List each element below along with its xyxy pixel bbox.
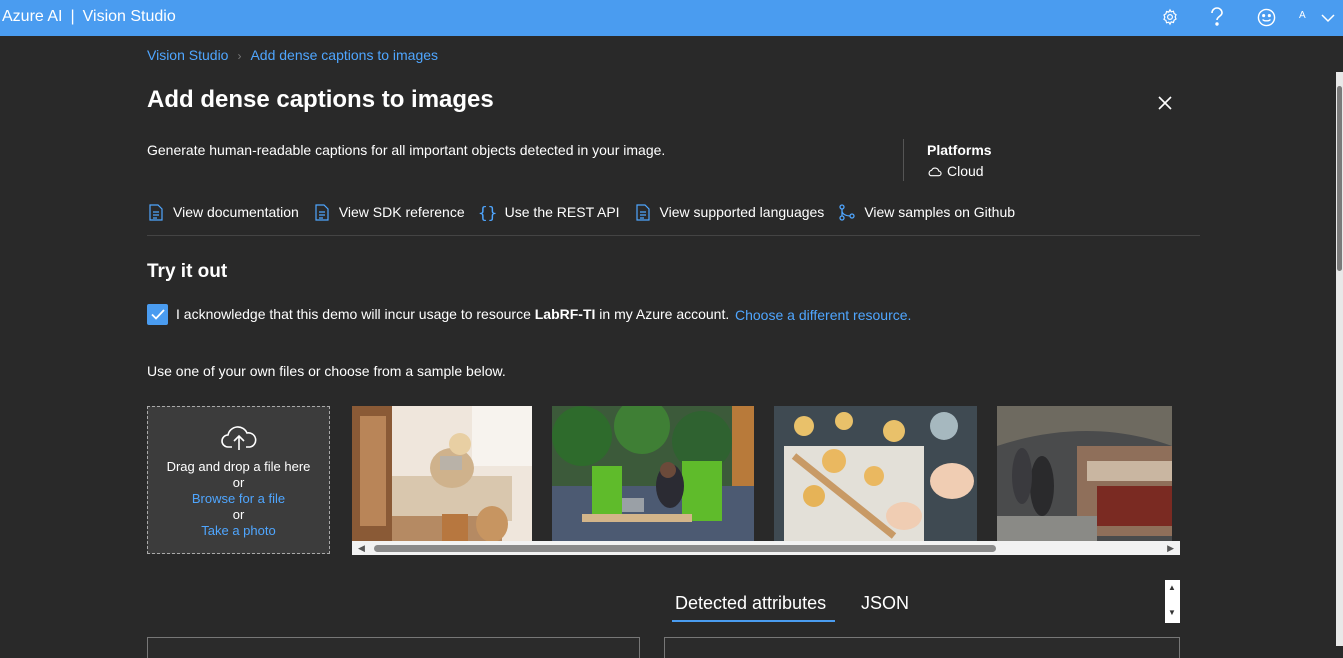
- scroll-left-icon[interactable]: ◀: [358, 543, 365, 554]
- breadcrumb-current[interactable]: Add dense captions to images: [250, 47, 438, 63]
- try-it-out-heading: Try it out: [147, 261, 228, 282]
- page-scrollbar[interactable]: [1336, 72, 1343, 646]
- view-samples-github-link[interactable]: View samples on Github: [838, 203, 1015, 221]
- section-divider: [147, 235, 1200, 236]
- samples-scrollbar-thumb[interactable]: [374, 545, 996, 552]
- brand-separator: |: [70, 8, 75, 25]
- avatar[interactable]: A: [1299, 10, 1306, 21]
- resource-links: View documentation View SDK reference {}…: [147, 202, 1015, 222]
- brand[interactable]: Azure AI | Vision Studio: [2, 8, 176, 26]
- or-text: or: [232, 507, 245, 522]
- breadcrumb-chevron-icon: ›: [237, 49, 242, 63]
- ack-after: in my Azure account.: [595, 306, 730, 322]
- results-panel: [664, 637, 1180, 658]
- scroll-up-icon[interactable]: ▲: [1168, 583, 1176, 592]
- breadcrumb-vision-studio[interactable]: Vision Studio: [147, 47, 228, 63]
- resource-name: LabRF-TI: [534, 306, 596, 322]
- top-bar: Azure AI | Vision Studio A: [0, 0, 1343, 36]
- cloud-icon: [928, 167, 942, 176]
- view-supported-languages-label: View supported languages: [659, 204, 825, 220]
- image-preview-panel: [147, 637, 640, 658]
- settings-icon[interactable]: [1158, 5, 1182, 29]
- sample-image-subway[interactable]: [997, 406, 1172, 541]
- brand-product: Vision Studio: [82, 8, 176, 25]
- browse-file-link[interactable]: Browse for a file: [148, 491, 329, 506]
- acknowledge-checkbox[interactable]: [147, 304, 168, 325]
- help-icon[interactable]: [1205, 5, 1229, 29]
- close-icon[interactable]: [1154, 92, 1176, 114]
- view-samples-github-label: View samples on Github: [864, 204, 1016, 220]
- page-scrollbar-thumb[interactable]: [1337, 86, 1342, 271]
- cloud-upload-icon: [221, 426, 257, 450]
- samples-scrollbar[interactable]: ◀ ▶: [352, 541, 1180, 555]
- brand-azure-ai: Azure AI: [2, 8, 63, 25]
- chevron-down-icon[interactable]: [1316, 6, 1340, 30]
- view-sdk-reference-link[interactable]: View SDK reference: [313, 203, 465, 221]
- active-tab-indicator: [672, 620, 835, 622]
- platforms-heading: Platforms: [927, 142, 992, 158]
- view-documentation-link[interactable]: View documentation: [147, 203, 299, 221]
- or-text: or: [232, 475, 245, 490]
- use-rest-api-link[interactable]: {} Use the REST API: [478, 202, 620, 222]
- sample-image-pasta[interactable]: [774, 406, 977, 541]
- platform-cloud: Cloud: [927, 163, 984, 179]
- page-title: Add dense captions to images: [147, 86, 494, 113]
- acknowledge-text: I acknowledge that this demo will incur …: [176, 306, 729, 322]
- feedback-smiley-icon[interactable]: [1254, 5, 1278, 29]
- view-supported-languages-link[interactable]: View supported languages: [634, 203, 825, 221]
- ack-before: I acknowledge that this demo will incur …: [176, 306, 535, 322]
- checkmark-icon: [150, 309, 165, 320]
- drag-drop-text: Drag and drop a file here: [166, 459, 311, 474]
- sample-image-office-desk[interactable]: [552, 406, 754, 541]
- divider: [903, 139, 904, 181]
- view-documentation-label: View documentation: [173, 204, 299, 220]
- results-scrollbar[interactable]: ▲ ▼: [1165, 580, 1180, 623]
- scroll-down-icon[interactable]: ▼: [1168, 608, 1176, 617]
- branch-icon: [838, 203, 856, 221]
- tab-json[interactable]: JSON: [861, 593, 909, 614]
- sample-image-woman-laptop-dog[interactable]: [352, 406, 532, 541]
- scroll-right-icon[interactable]: ▶: [1167, 543, 1174, 554]
- document-icon: [147, 203, 165, 221]
- page-description: Generate human-readable captions for all…: [147, 142, 666, 158]
- platform-label: Cloud: [947, 163, 984, 179]
- instruction-text: Use one of your own files or choose from…: [147, 363, 506, 379]
- use-rest-api-label: Use the REST API: [504, 204, 620, 220]
- file-drop-zone[interactable]: Drag and drop a file here or Browse for …: [147, 406, 330, 554]
- document-icon: [313, 203, 331, 221]
- take-photo-link[interactable]: Take a photo: [148, 523, 329, 538]
- tab-detected-attributes[interactable]: Detected attributes: [675, 593, 826, 614]
- breadcrumb: Vision Studio › Add dense captions to imag…: [147, 47, 438, 63]
- view-sdk-reference-label: View SDK reference: [338, 204, 465, 220]
- code-braces-icon: {}: [478, 202, 498, 222]
- document-icon: [634, 203, 652, 221]
- choose-resource-link[interactable]: Choose a different resource.: [735, 307, 911, 323]
